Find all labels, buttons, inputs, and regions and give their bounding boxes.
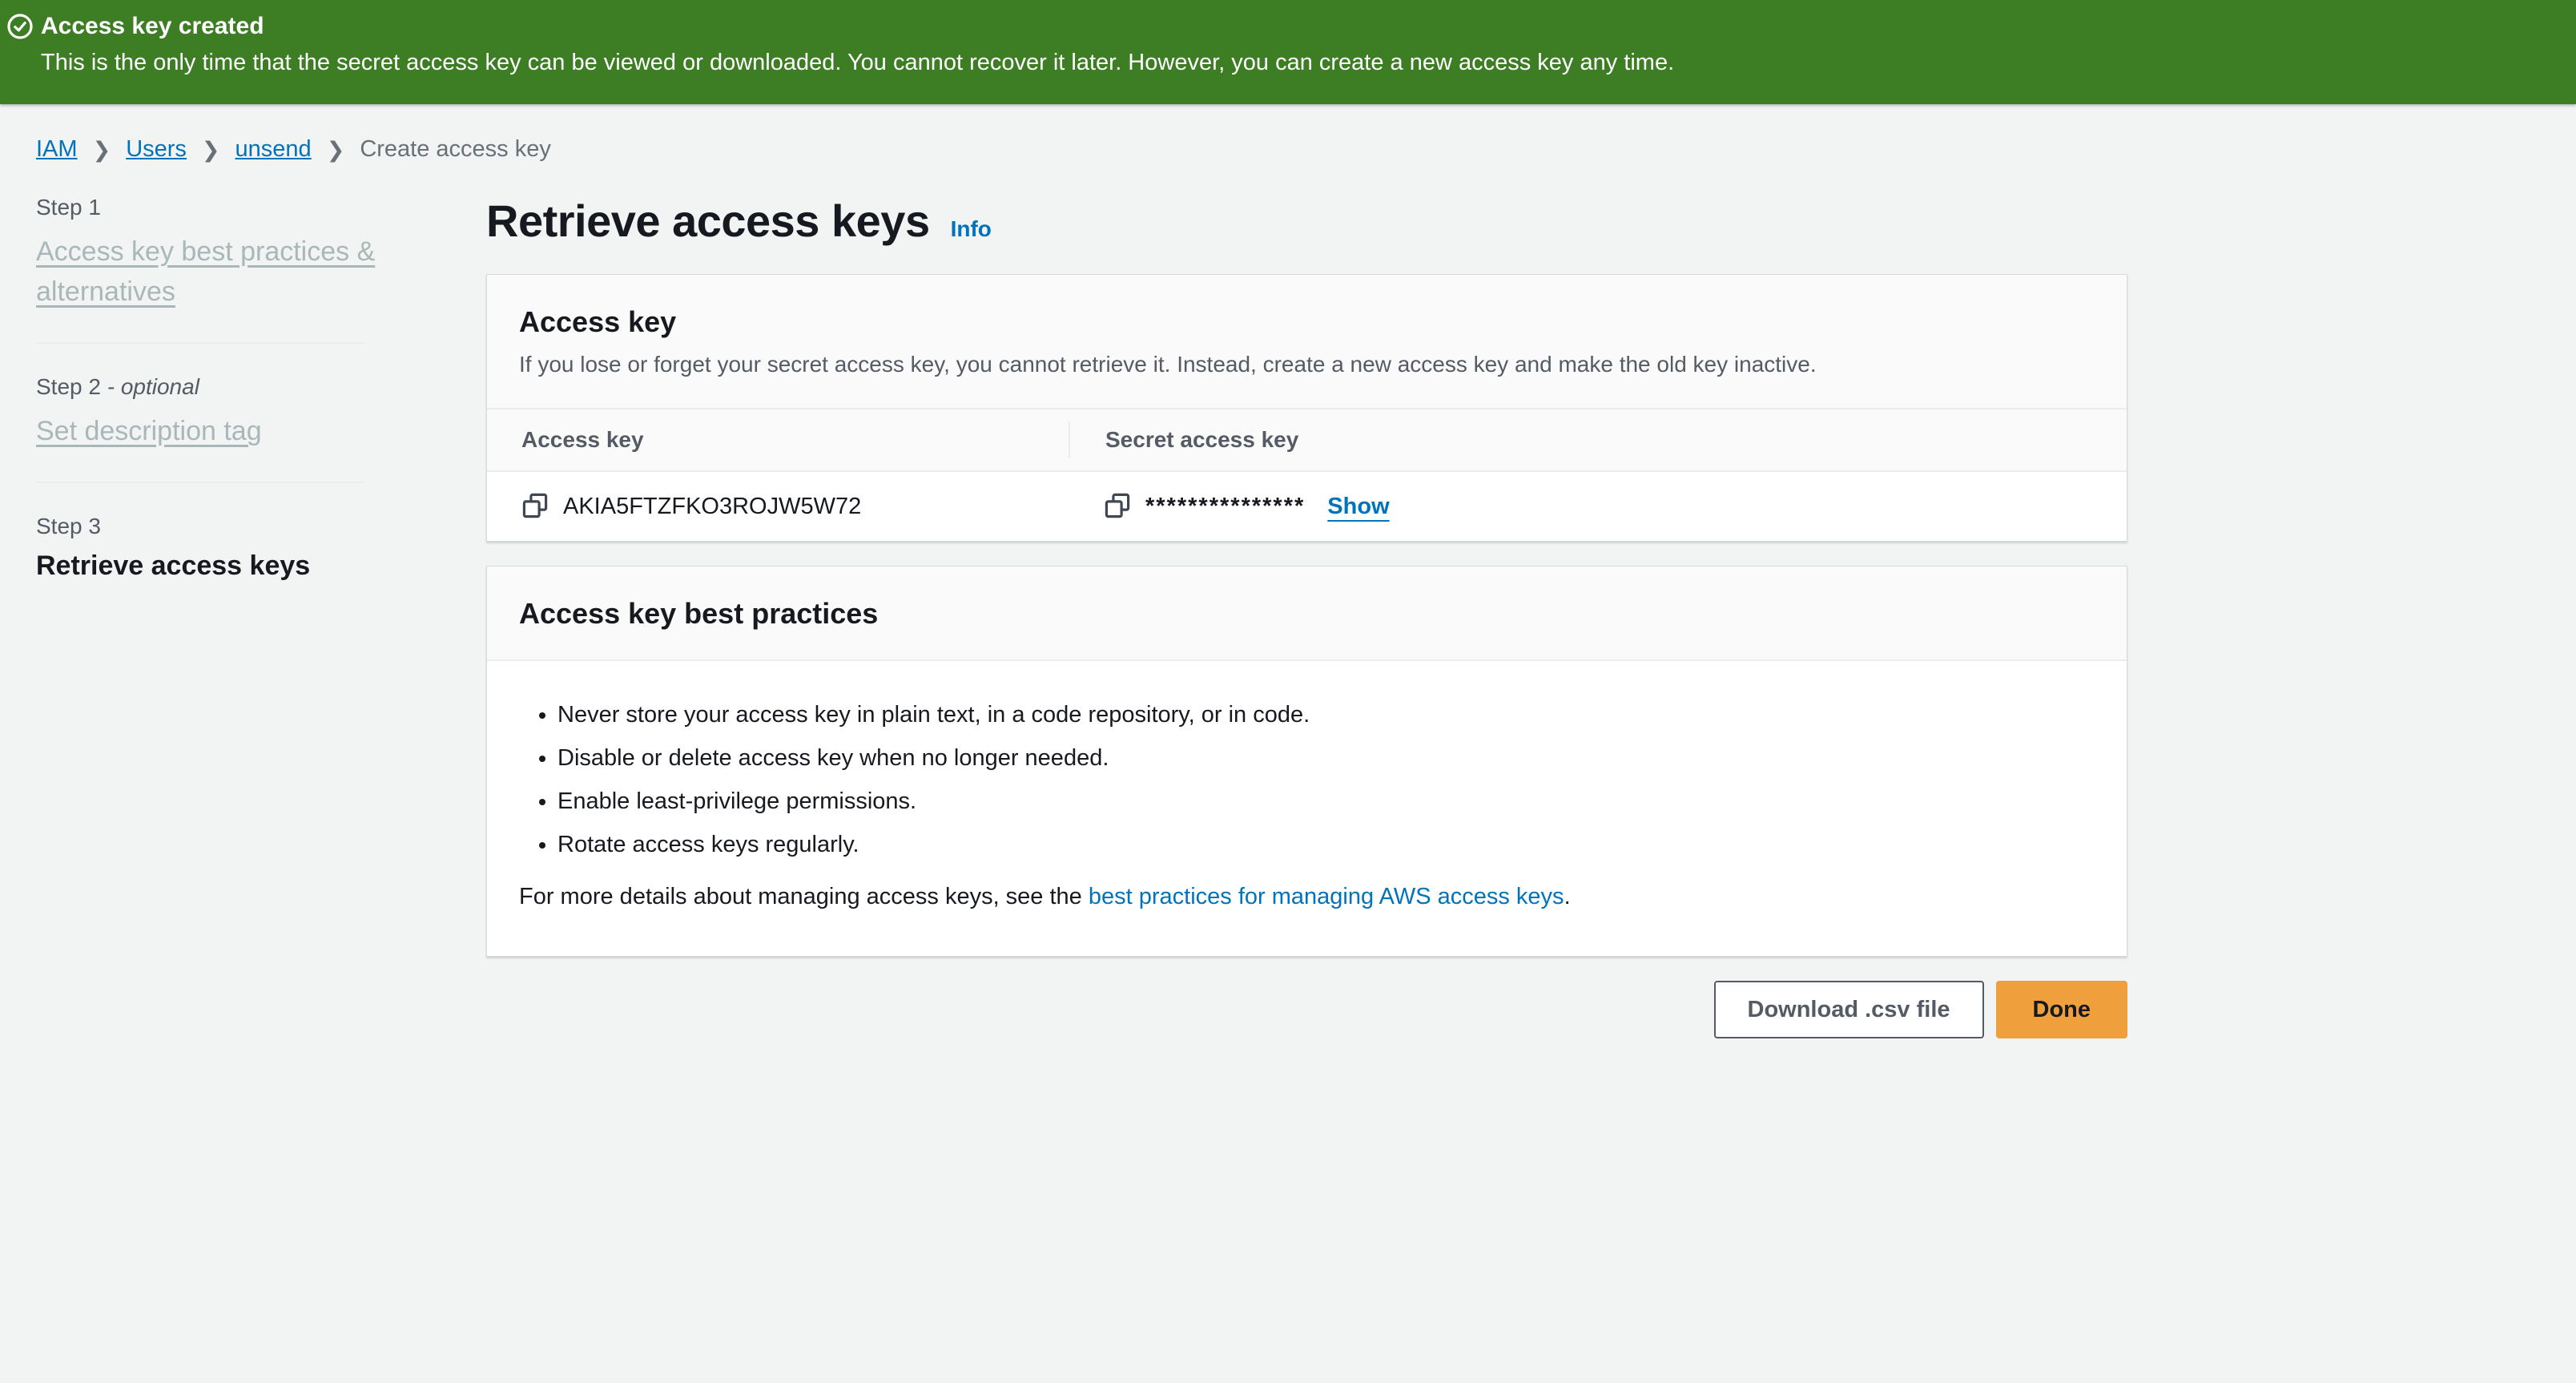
step-label: Step 1 xyxy=(36,195,405,220)
step1-link[interactable]: Access key best practices & alternatives xyxy=(36,236,375,307)
breadcrumb-current: Create access key xyxy=(360,136,551,163)
list-item: Never store your access key in plain tex… xyxy=(557,701,2095,728)
list-item: Enable least-privilege permissions. xyxy=(557,788,2095,815)
copy-icon xyxy=(521,492,549,522)
best-practices-footer: For more details about managing access k… xyxy=(519,882,2095,911)
step2-link[interactable]: Set description tag xyxy=(36,416,262,446)
best-practices-body: Never store your access key in plain tex… xyxy=(487,661,2127,956)
column-header-access-key: Access key xyxy=(487,427,1069,453)
done-button[interactable]: Done xyxy=(1996,981,2128,1038)
page-title: Retrieve access keys xyxy=(486,195,930,247)
breadcrumb-link-users[interactable]: Users xyxy=(126,136,187,163)
best-practices-panel: Access key best practices Never store yo… xyxy=(486,566,2127,957)
panel-description: If you lose or forget your secret access… xyxy=(519,350,2095,379)
chevron-right-icon: ❯ xyxy=(327,139,345,161)
access-key-panel-header: Access key If you lose or forget your se… xyxy=(487,275,2127,409)
wizard-actions: Download .csv file Done xyxy=(486,981,2127,1038)
access-key-panel: Access key If you lose or forget your se… xyxy=(486,274,2127,542)
list-item: Disable or delete access key when no lon… xyxy=(557,744,2095,772)
wizard-steps-nav: Step 1 Access key best practices & alter… xyxy=(36,183,405,582)
secret-access-key-cell: *************** Show xyxy=(1069,493,2127,520)
table-header-row: Access key Secret access key xyxy=(487,409,2127,472)
list-item: Rotate access keys regularly. xyxy=(557,831,2095,858)
best-practices-panel-header: Access key best practices xyxy=(487,567,2127,661)
show-secret-key-link[interactable]: Show xyxy=(1327,494,1389,520)
wizard-step-1: Step 1 Access key best practices & alter… xyxy=(36,195,405,312)
page: Access key created This is the only time… xyxy=(0,0,2576,1038)
column-header-secret-access-key: Secret access key xyxy=(1069,421,2127,458)
success-flashbar: Access key created This is the only time… xyxy=(0,0,2576,104)
access-key-cell: AKIA5FTZFKO3ROJW5W72 xyxy=(487,493,1069,520)
best-practices-list: Never store your access key in plain tex… xyxy=(557,701,2095,858)
panel-title: Access key xyxy=(519,305,2095,339)
wizard-step-2: Step 2 - optional Set description tag xyxy=(36,374,405,451)
info-link[interactable]: Info xyxy=(951,216,992,242)
download-csv-button[interactable]: Download .csv file xyxy=(1714,981,1984,1038)
step-label: Step 2 - optional xyxy=(36,374,405,400)
access-key-value: AKIA5FTZFKO3ROJW5W72 xyxy=(563,494,861,520)
step-label: Step 3 xyxy=(36,514,405,539)
optional-label: - optional xyxy=(107,374,199,399)
wizard-step-3: Step 3 Retrieve access keys xyxy=(36,514,405,582)
flashbar-title: Access key created xyxy=(41,13,264,40)
step3-current-title: Retrieve access keys xyxy=(36,550,405,582)
copy-icon xyxy=(1104,492,1131,522)
divider xyxy=(36,482,364,483)
chevron-right-icon: ❯ xyxy=(202,139,220,161)
breadcrumb-link-iam[interactable]: IAM xyxy=(36,136,78,163)
secret-key-masked-value: *************** xyxy=(1145,494,1305,520)
access-key-table: Access key Secret access key xyxy=(487,409,2127,541)
breadcrumb: IAM ❯ Users ❯ unsend ❯ Create access key xyxy=(36,136,2576,163)
copy-access-key-button[interactable] xyxy=(521,493,549,520)
main-content: Retrieve access keys Info Access key If … xyxy=(486,183,2127,1038)
copy-secret-key-button[interactable] xyxy=(1104,493,1131,520)
table-row: AKIA5FTZFKO3ROJW5W72 xyxy=(487,472,2127,541)
flashbar-message: This is the only time that the secret ac… xyxy=(41,48,2557,77)
divider xyxy=(36,342,364,344)
check-circle-icon xyxy=(6,13,34,40)
breadcrumb-link-unsend[interactable]: unsend xyxy=(235,136,312,163)
best-practices-doc-link[interactable]: best practices for managing AWS access k… xyxy=(1089,884,1564,909)
panel-title: Access key best practices xyxy=(519,597,2095,631)
chevron-right-icon: ❯ xyxy=(93,139,111,161)
